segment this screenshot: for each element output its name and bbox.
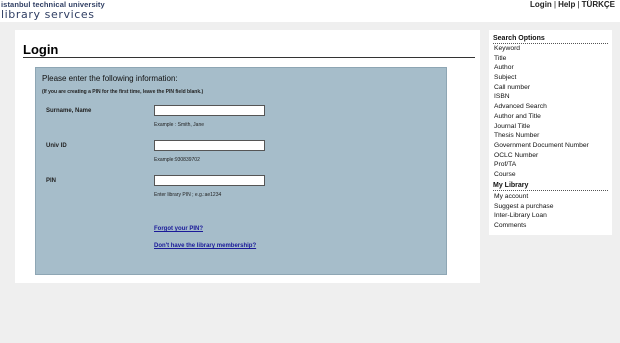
help-link[interactable]: Help bbox=[558, 0, 575, 9]
top-bar: istanbul technical university library se… bbox=[0, 0, 620, 22]
sidebar-item-advanced-search[interactable]: Advanced Search bbox=[494, 102, 589, 112]
sidebar-item-course[interactable]: Course bbox=[494, 170, 589, 180]
univ-id-input[interactable] bbox=[154, 140, 265, 151]
sidebar-item-call-number[interactable]: Call number bbox=[494, 83, 589, 93]
search-options-heading: Search Options bbox=[493, 34, 608, 44]
sidebar-item-keyword[interactable]: Keyword bbox=[494, 44, 589, 54]
surname-hint: Example : Smith, Jane bbox=[154, 122, 205, 128]
language-link[interactable]: TÜRKÇE bbox=[582, 0, 615, 9]
pin-label: PIN bbox=[46, 178, 57, 184]
my-library-list: My account Suggest a purchase Inter-Libr… bbox=[494, 192, 554, 231]
sidebar-item-suggest-purchase[interactable]: Suggest a purchase bbox=[494, 202, 554, 212]
sidebar-item-oclc-number[interactable]: OCLC Number bbox=[494, 151, 589, 161]
sidebar-item-comments[interactable]: Comments bbox=[494, 221, 554, 231]
login-link[interactable]: Login bbox=[530, 0, 552, 9]
library-logo[interactable]: istanbul technical university library se… bbox=[1, 1, 105, 21]
top-links: Login | Help | TÜRKÇE bbox=[530, 0, 615, 9]
sidebar-item-journal-title[interactable]: Journal Title bbox=[494, 122, 589, 132]
membership-link[interactable]: Don't have the library membership? bbox=[154, 243, 256, 249]
forgot-pin-link[interactable]: Forgot your PIN? bbox=[154, 226, 203, 232]
form-note: (If you are creating a PIN for the first… bbox=[42, 89, 204, 95]
sidebar-item-inter-library-loan[interactable]: Inter-Library Loan bbox=[494, 211, 554, 221]
sidebar-item-prof-ta[interactable]: Prof/TA bbox=[494, 160, 589, 170]
sidebar-item-my-account[interactable]: My account bbox=[494, 192, 554, 202]
univ-id-hint: Example:930839702 bbox=[154, 157, 200, 163]
sidebar-item-isbn[interactable]: ISBN bbox=[494, 92, 589, 102]
login-form: Please enter the following information: … bbox=[35, 67, 447, 275]
logo-library-text: library services bbox=[1, 8, 95, 21]
sidebar-item-government-document-number[interactable]: Government Document Number bbox=[494, 141, 589, 151]
page-title: Login bbox=[23, 42, 59, 57]
sidebar-item-author[interactable]: Author bbox=[494, 63, 589, 73]
surname-label: Surname, Name bbox=[46, 108, 92, 114]
search-options-list: Keyword Title Author Subject Call number… bbox=[494, 44, 589, 180]
main-panel: Login Please enter the following informa… bbox=[15, 30, 480, 283]
sidebar-item-author-and-title[interactable]: Author and Title bbox=[494, 112, 589, 122]
pin-hint: Enter library PIN ; e.g.:ae1234 bbox=[154, 192, 222, 198]
my-library-heading: My Library bbox=[493, 181, 608, 191]
title-divider bbox=[23, 57, 475, 58]
form-heading: Please enter the following information: bbox=[42, 74, 178, 83]
sidebar-item-thesis-number[interactable]: Thesis Number bbox=[494, 131, 589, 141]
pin-input[interactable] bbox=[154, 175, 265, 186]
sidebar-item-subject[interactable]: Subject bbox=[494, 73, 589, 83]
sidebar: Search Options Keyword Title Author Subj… bbox=[489, 30, 612, 235]
univ-id-label: Univ ID bbox=[46, 143, 67, 149]
sidebar-item-title[interactable]: Title bbox=[494, 54, 589, 64]
surname-name-input[interactable] bbox=[154, 105, 265, 116]
